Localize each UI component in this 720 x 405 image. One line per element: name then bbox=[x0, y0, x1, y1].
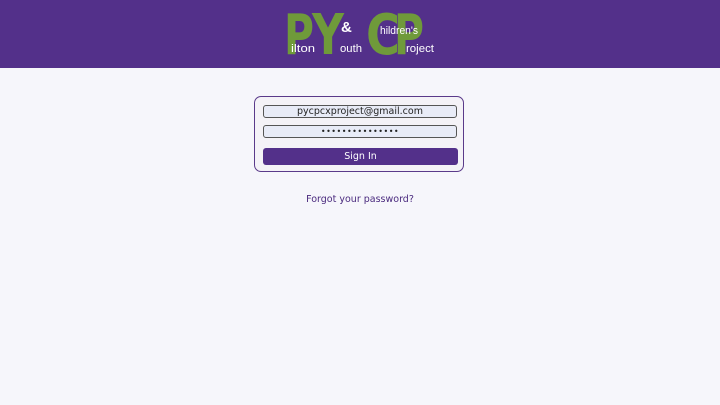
top-header: P Y C P & hildren's ilton outh roject bbox=[0, 0, 720, 68]
email-field[interactable] bbox=[263, 105, 457, 118]
logo-word-project: roject bbox=[406, 43, 434, 55]
logo-ampersand: & bbox=[341, 19, 352, 36]
logo-word-childrens: hildren's bbox=[380, 25, 418, 37]
logo-word-youth: outh bbox=[340, 43, 362, 55]
pycp-logo: P Y C P & hildren's ilton outh roject bbox=[284, 2, 436, 62]
login-form: Sign In bbox=[254, 96, 464, 172]
sign-in-button[interactable]: Sign In bbox=[263, 148, 458, 165]
forgot-password-link[interactable]: Forgot your password? bbox=[260, 194, 460, 205]
logo-word-pilton: ilton bbox=[291, 43, 315, 55]
password-field[interactable] bbox=[263, 125, 457, 138]
